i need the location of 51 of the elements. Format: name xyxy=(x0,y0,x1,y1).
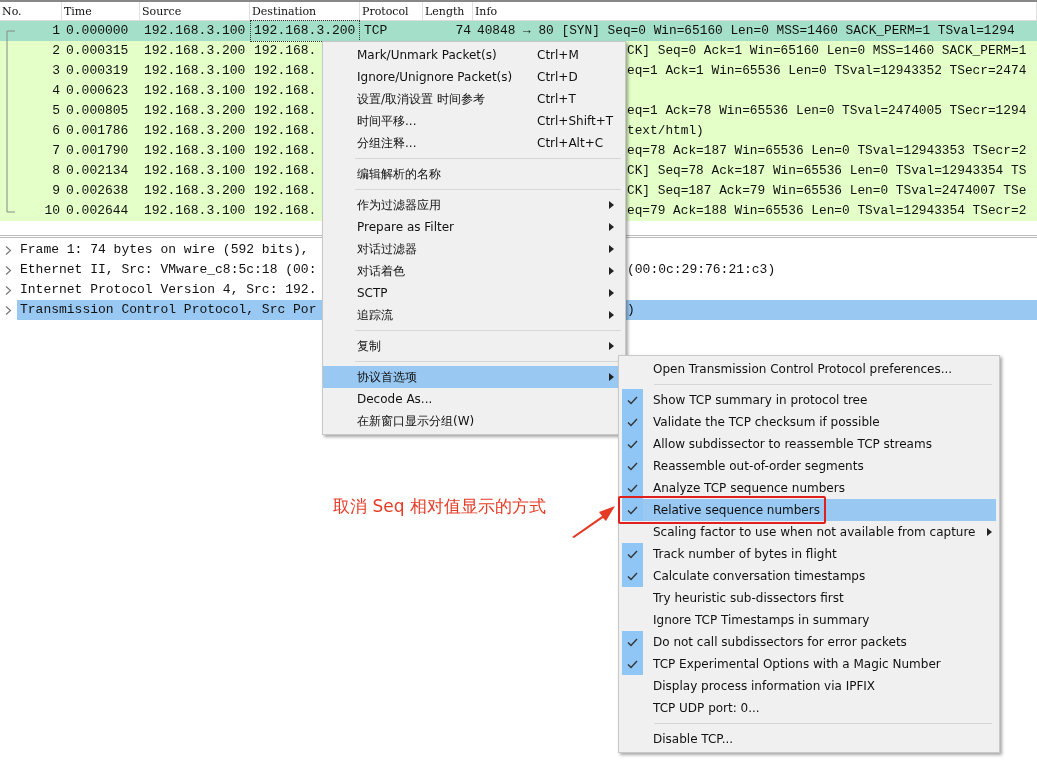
table-cell-text: CK] Seq=187 Ack=79 Win=65536 Len=0 TSval=2474007 TSe xyxy=(627,182,1027,201)
table-cell-text: 192.168. xyxy=(253,142,318,161)
table-cell-text: 2 xyxy=(51,42,61,61)
table-cell-text: text/html) xyxy=(627,122,704,141)
table-cell-text: TCP xyxy=(363,22,389,41)
table-cell-text: 192.168.3.100 xyxy=(143,82,247,101)
table-cell-text: 40848 → 80 [SYN] Seq=0 Win=65160 Len=0 MSS=1460 SACK_PERM=1 TSval=1294 xyxy=(476,22,1015,41)
table-cell-text: 74 xyxy=(454,22,472,41)
table-cell-text: CK] Seq=0 Ack=1 Win=65160 Len=0 MSS=1460 SACK_PERM=1 xyxy=(627,42,1027,61)
table-cell-text: 0.000315 xyxy=(65,42,130,61)
table-cell-text: eq=1 Ack=1 Win=65536 Len=0 TSval=12943352 TSecr=2474 xyxy=(627,62,1027,81)
table-cell-text: 6 xyxy=(51,122,61,141)
table-cell-text: 192.168. xyxy=(253,182,318,201)
table-cell-text: 1 xyxy=(51,22,61,41)
table-cell-text: 192.168.3.200 xyxy=(143,102,247,121)
table-cell-text: 0.002134 xyxy=(65,162,130,181)
table-cell-text: 192.168. xyxy=(253,102,318,121)
table-cell-text: 192.168.3.100 xyxy=(143,142,247,161)
table-cell-text: 192.168.3.100 xyxy=(143,22,247,41)
table-cell-text: 0.000319 xyxy=(65,62,130,81)
table-cell-text: 192.168.3.200 xyxy=(143,122,247,141)
table-cell-text: 3 xyxy=(51,62,61,81)
table-cell-text: 0.002638 xyxy=(65,182,130,201)
table-cell-text: 0.000623 xyxy=(65,82,130,101)
table-cell-text: 192.168. xyxy=(253,62,318,81)
table-cell-text: 4 xyxy=(51,82,61,101)
table-cell-text: 192.168.3.100 xyxy=(143,62,247,81)
table-cell-text: 192.168. xyxy=(253,82,318,101)
table-cell-text: 9 xyxy=(51,182,61,201)
table-cell-text: 8 xyxy=(51,162,61,181)
table-cell-text: 10 xyxy=(43,202,61,221)
table-cell-text: 192.168.3.200 xyxy=(143,182,247,201)
table-cell-text: eq=1 Ack=78 Win=65536 Len=0 TSval=2474005 TSecr=1294 xyxy=(627,102,1027,121)
table-cell-text: 0.001790 xyxy=(65,142,130,161)
table-cell-text: 5 xyxy=(51,102,61,121)
table-cell-text: 192.168. xyxy=(253,202,318,221)
table-cell-text: 0.000000 xyxy=(65,22,130,41)
table-cell-text: 0.000805 xyxy=(65,102,130,121)
table-cell-text: 0.001786 xyxy=(65,122,130,141)
table-cell-text: 192.168.3.200 xyxy=(143,42,247,61)
table-cell-text: eq=79 Ack=188 Win=65536 Len=0 TSval=12943354 TSecr=2 xyxy=(627,202,1027,221)
table-cell-text: 0.002644 xyxy=(65,202,130,221)
table-cell-text: CK] Seq=78 Ack=187 Win=65536 Len=0 TSval=12943354 TS xyxy=(627,162,1027,181)
table-cell-text: 192.168.3.100 xyxy=(143,162,247,181)
table-cell-text: 192.168. xyxy=(253,122,318,141)
table-cell-text: eq=78 Ack=187 Win=65536 Len=0 TSval=12943353 TSecr=2 xyxy=(627,142,1027,161)
table-cell-text: 192.168. xyxy=(253,162,318,181)
table-cell-text: 7 xyxy=(51,142,61,161)
table-cell-text: 192.168. xyxy=(253,42,318,61)
table-cell-text: 192.168.3.100 xyxy=(143,202,247,221)
annotation-text: 取消 Seq 相对值显示的方式 xyxy=(333,495,546,518)
